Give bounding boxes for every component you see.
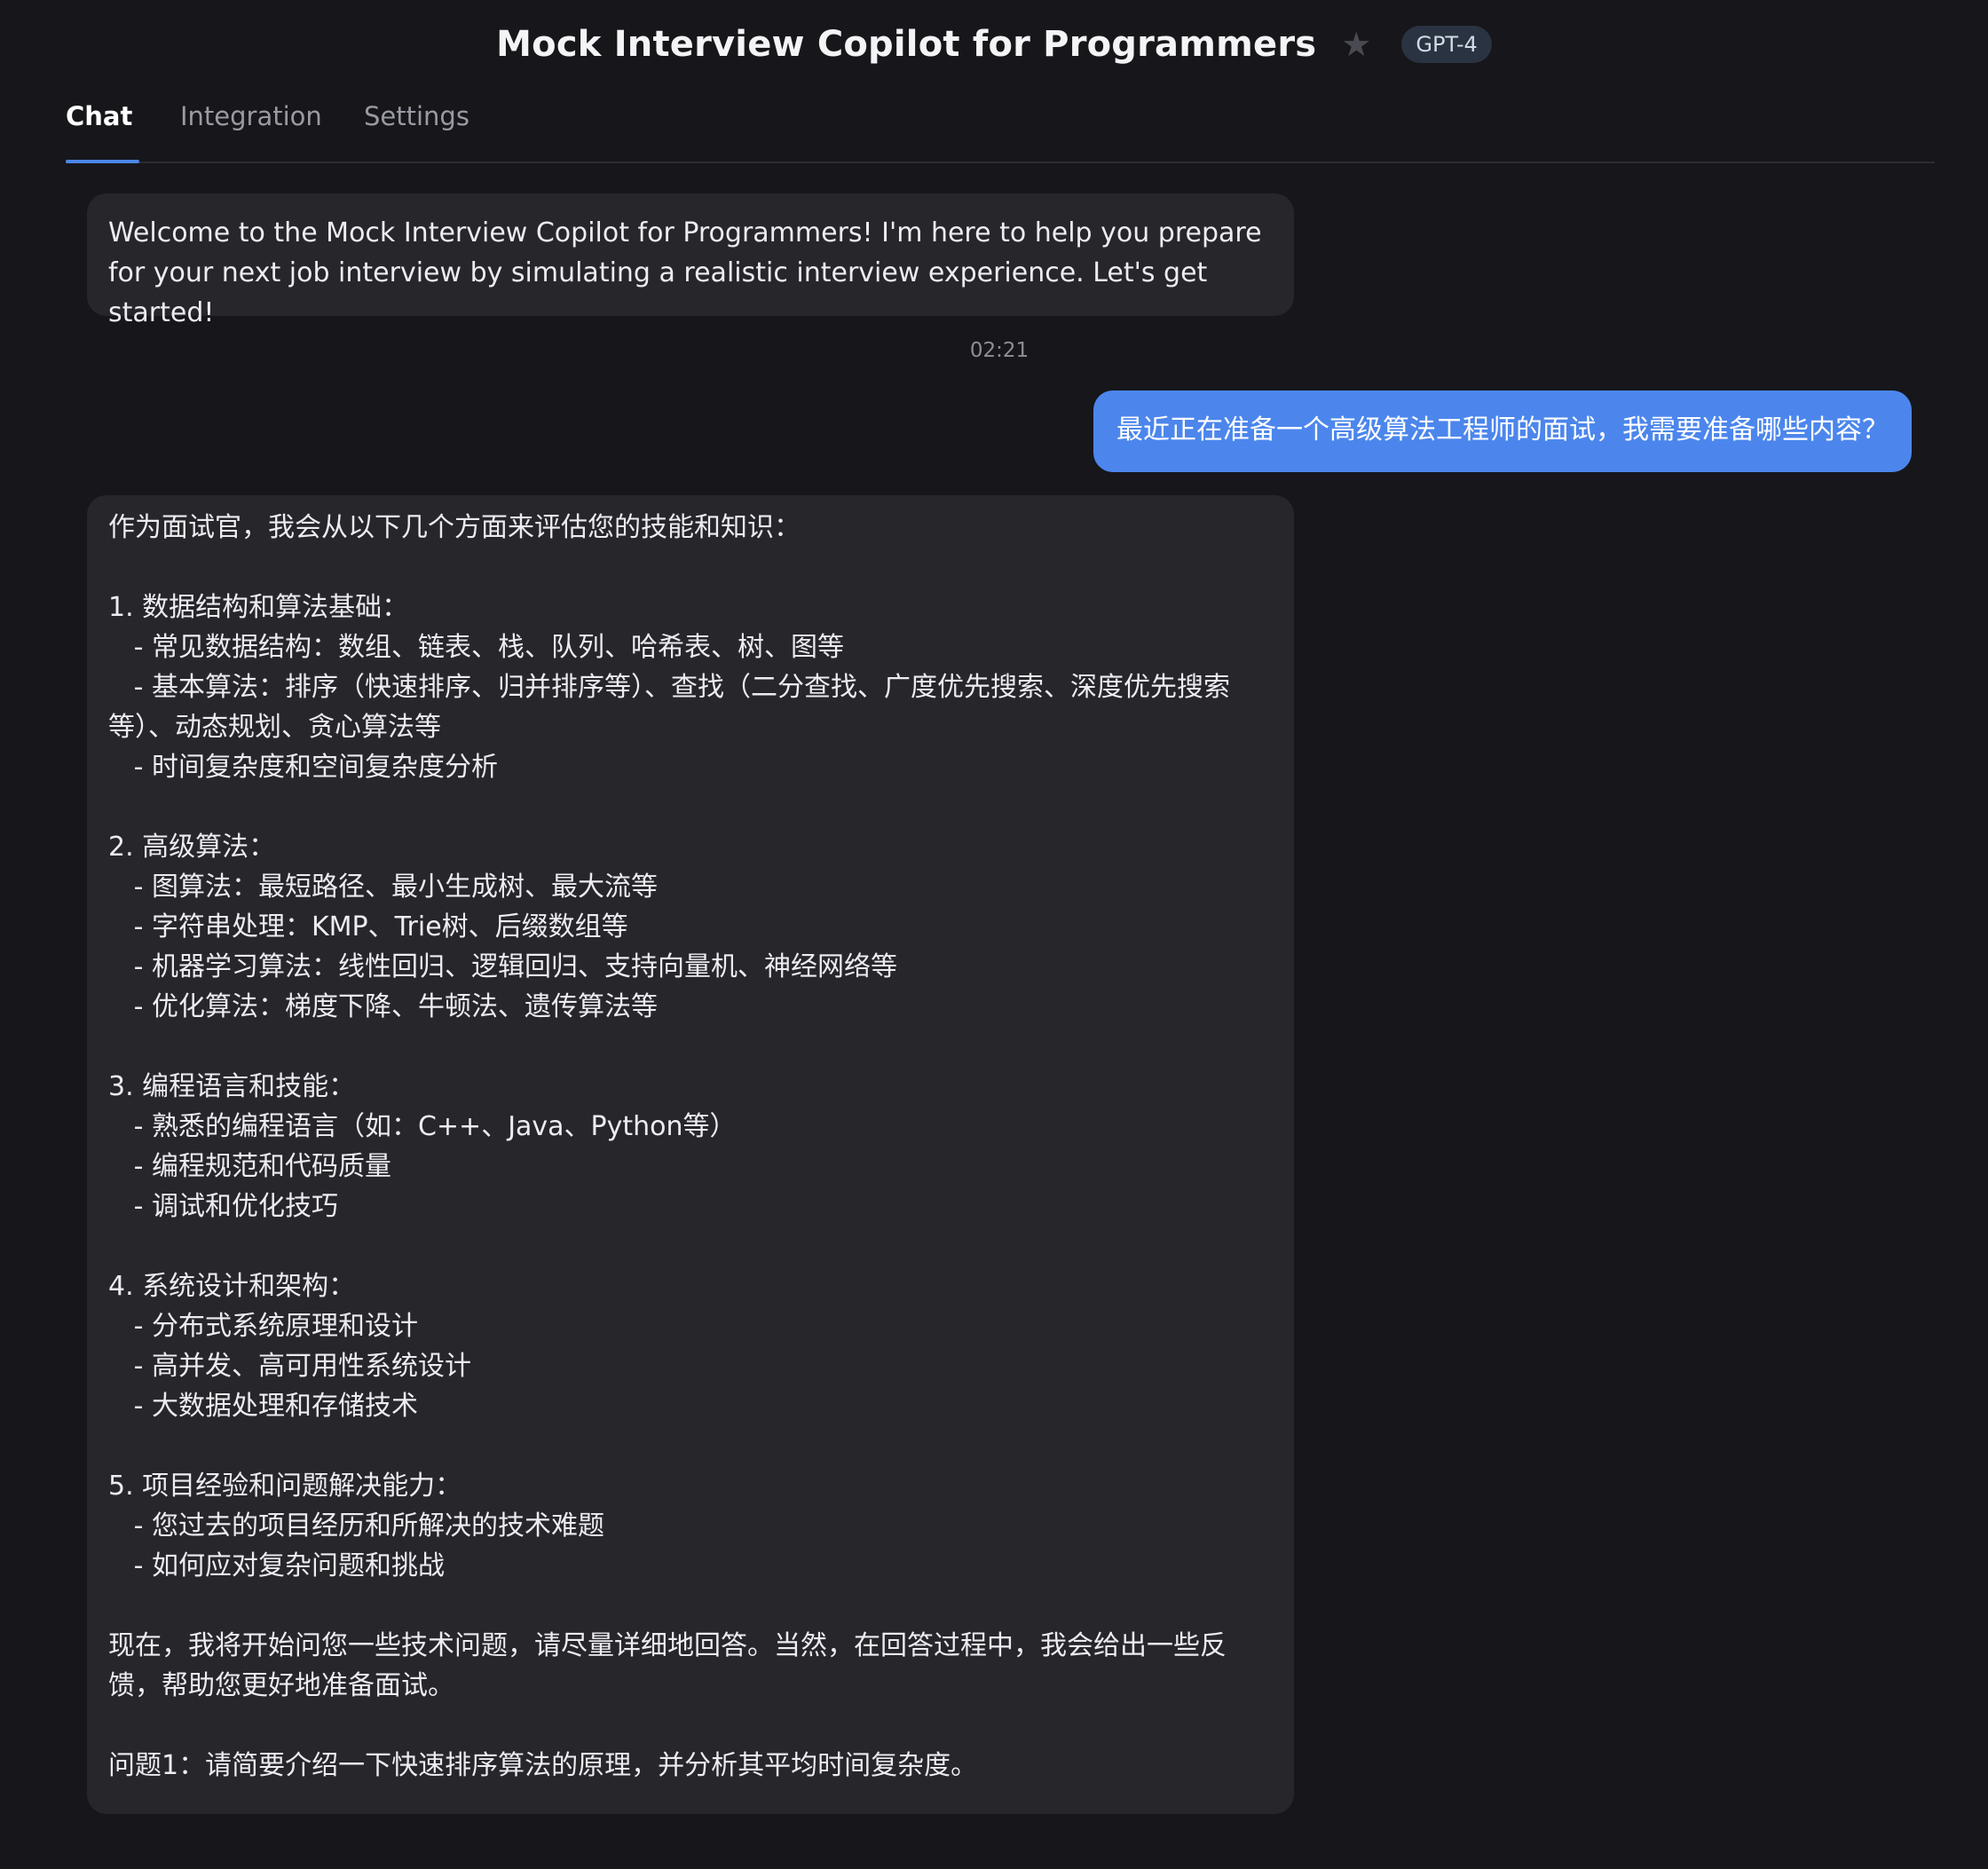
tab-chat[interactable]: Chat <box>66 92 140 163</box>
user-message: 最近正在准备一个高级算法工程师的面试，我需要准备哪些内容？ <box>1093 390 1912 472</box>
welcome-message: Welcome to the Mock Interview Copilot fo… <box>87 193 1294 328</box>
page-title: Mock Interview Copilot for Programmers <box>496 24 1317 65</box>
star-icon[interactable]: ★ <box>1341 25 1371 64</box>
tab-integration[interactable]: Integration <box>180 92 322 162</box>
message-timestamp: 02:21 <box>969 339 1030 362</box>
tab-bar: Chat Integration Settings <box>66 92 1935 163</box>
tab-settings[interactable]: Settings <box>364 92 469 162</box>
header: Mock Interview Copilot for Programmers ★… <box>0 0 1988 89</box>
assistant-reply: 作为面试官，我会从以下几个方面来评估您的技能和知识： 1. 数据结构和算法基础：… <box>87 495 1294 1814</box>
model-badge: GPT-4 <box>1401 26 1492 63</box>
